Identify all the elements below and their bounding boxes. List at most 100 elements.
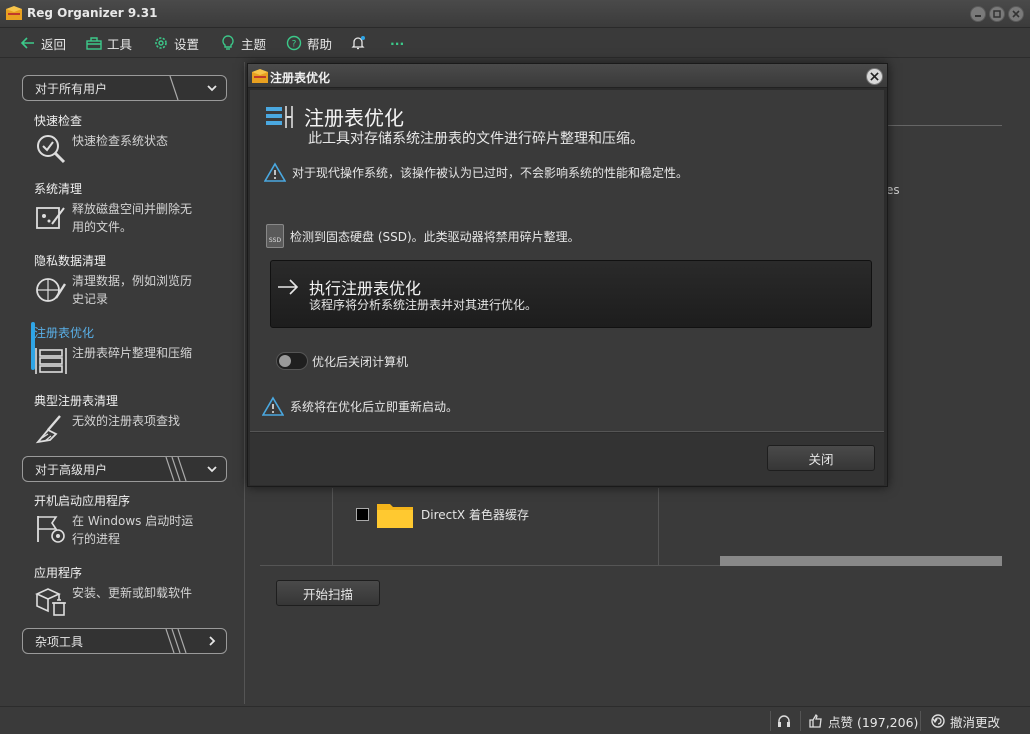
- slash-decoration-icon: [165, 629, 187, 653]
- nav-title: 开机启动应用程序: [34, 494, 131, 508]
- restart-notice-text: 系统将在优化后立即重新启动。: [290, 399, 459, 414]
- shutdown-toggle[interactable]: [276, 352, 308, 370]
- window-title: Reg Organizer 9.31: [27, 6, 158, 20]
- partial-label: es: [886, 183, 900, 197]
- broom-icon: [35, 415, 61, 444]
- settings-label: 设置: [174, 36, 200, 52]
- slash-decoration-icon: [165, 457, 187, 481]
- startup-flag-icon: [37, 516, 65, 543]
- package-trash-icon: [35, 588, 66, 616]
- notifications-button[interactable]: [350, 34, 366, 52]
- active-indicator: [31, 322, 35, 370]
- help-menu[interactable]: ? 帮助: [286, 34, 332, 52]
- shutdown-toggle-label: 优化后关闭计算机: [312, 355, 409, 369]
- back-label: 返回: [41, 36, 67, 52]
- arrow-left-icon: [20, 37, 34, 49]
- nav-desc: 清理数据，例如浏览历史记录: [72, 274, 193, 306]
- title-bar: Reg Organizer 9.31: [0, 0, 1030, 28]
- chevron-right-icon: [209, 636, 216, 646]
- restart-notice: 系统将在优化后立即重新启动。: [262, 396, 458, 416]
- bell-icon: [351, 36, 365, 50]
- tools-menu[interactable]: 工具: [86, 34, 132, 52]
- themes-label: 主题: [241, 36, 267, 52]
- run-optimization-button[interactable]: 执行注册表优化 该程序将分析系统注册表并对其进行优化。: [270, 260, 872, 328]
- settings-menu[interactable]: 设置: [153, 34, 199, 52]
- like-button[interactable]: 点赞 (197,206): [808, 712, 918, 730]
- privacy-broom-icon: [36, 278, 67, 302]
- undo-label: 撤消更改: [950, 714, 1001, 730]
- nav-desc: 在 Windows 启动时运行的进程: [72, 514, 194, 546]
- run-optimization-desc: 该程序将分析系统注册表并对其进行优化。: [309, 298, 538, 312]
- dialog-title-bar: 注册表优化: [248, 64, 887, 88]
- sidebar-item-quick-check[interactable]: 快速检查 快速检查系统状态: [34, 112, 244, 166]
- registry-compress-icon: [266, 106, 293, 128]
- minimize-button[interactable]: [970, 6, 986, 22]
- list-bottom-line: [260, 565, 720, 566]
- warning-icon: [262, 396, 284, 416]
- close-button[interactable]: 关闭: [767, 445, 875, 471]
- support-button[interactable]: [776, 712, 792, 730]
- start-scan-button[interactable]: 开始扫描: [276, 580, 380, 606]
- themes-menu[interactable]: 主题: [220, 34, 266, 52]
- tree-line: [332, 488, 333, 566]
- nav-desc: 无效的注册表项查找: [72, 414, 181, 428]
- help-label: 帮助: [307, 36, 333, 52]
- section-misc-tools-label: 杂项工具: [35, 634, 84, 649]
- close-icon: [870, 72, 879, 81]
- list-item[interactable]: DirectX 着色器缓存: [356, 498, 529, 530]
- folder-icon: [377, 504, 413, 528]
- arrow-right-icon: [278, 279, 299, 295]
- dialog-footer: 关闭: [250, 433, 884, 485]
- help-icon: ?: [286, 35, 302, 51]
- sidebar-item-system-cleanup[interactable]: 系统清理 释放磁盘空间并删除无用的文件。: [34, 180, 244, 236]
- slash-decoration-icon: [169, 76, 179, 100]
- nav-desc: 注册表碎片整理和压缩: [72, 346, 193, 360]
- undo-changes-button[interactable]: 撤消更改: [930, 712, 1000, 730]
- thumbs-up-icon: [809, 713, 822, 728]
- back-button[interactable]: 返回: [20, 34, 66, 52]
- sidebar: 对于所有用户 快速检查 快速检查系统状态 系统清理 释放磁盘空间并删除无用的文件…: [14, 66, 244, 706]
- close-icon: [1012, 10, 1020, 18]
- item-checkbox[interactable]: [356, 507, 369, 521]
- section-all-users-label: 对于所有用户: [35, 81, 108, 96]
- dialog-heading: 注册表优化: [304, 106, 404, 130]
- sidebar-item-registry-optimize[interactable]: 注册表优化 注册表碎片整理和压缩: [34, 324, 244, 378]
- maximize-icon: [993, 10, 1001, 18]
- window-close-button[interactable]: [1008, 6, 1024, 22]
- status-separator: [920, 711, 921, 731]
- ssd-drive-icon: SSD: [266, 224, 284, 248]
- section-all-users[interactable]: 对于所有用户: [22, 75, 227, 101]
- minimize-icon: [975, 15, 981, 17]
- nav-desc: 安装、更新或卸载软件: [72, 586, 193, 600]
- status-bar: 点赞 (197,206) 撤消更改: [0, 706, 1030, 734]
- dialog-close-button[interactable]: [866, 68, 883, 85]
- section-advanced-users[interactable]: 对于高级用户: [22, 456, 227, 482]
- sidebar-item-privacy-cleanup[interactable]: 隐私数据清理 清理数据，例如浏览历史记录: [34, 252, 244, 308]
- headset-icon: [778, 715, 790, 727]
- sidebar-item-startup-apps[interactable]: 开机启动应用程序 在 Windows 启动时运行的进程: [34, 492, 244, 548]
- sidebar-item-applications[interactable]: 应用程序 安装、更新或卸载软件: [34, 564, 244, 618]
- status-separator: [800, 711, 801, 731]
- lightbulb-icon: [222, 35, 234, 50]
- more-label: ···: [390, 35, 405, 51]
- section-misc-tools[interactable]: 杂项工具: [22, 628, 227, 654]
- likes-count: 点赞 (197,206): [828, 714, 919, 730]
- ssd-notice: SSD 检测到固态硬盘 (SSD)。此类驱动器将禁用碎片整理。: [266, 224, 580, 248]
- chevron-down-icon: [207, 466, 217, 473]
- app-logo-icon: [252, 69, 268, 83]
- sidebar-divider: [244, 62, 245, 704]
- warning-icon: [264, 162, 286, 182]
- maximize-button[interactable]: [989, 6, 1005, 22]
- app-logo-icon: [6, 6, 22, 20]
- nav-title: 隐私数据清理: [34, 254, 107, 268]
- nav-desc: 快速检查系统状态: [72, 134, 169, 148]
- toolbar: 返回 工具 设置 主题 ? 帮助 ···: [0, 28, 1030, 58]
- toolbox-icon: [86, 37, 102, 50]
- sidebar-item-registry-cleanup[interactable]: 典型注册表清理 无效的注册表项查找: [34, 392, 244, 446]
- more-button[interactable]: ···: [390, 34, 404, 52]
- dialog-content: 注册表优化 此工具对存储系统注册表的文件进行碎片整理和压缩。 对于现代操作系统，…: [250, 90, 884, 432]
- dialog-title: 注册表优化: [270, 71, 331, 85]
- registry-compress-icon: [35, 348, 67, 374]
- tools-label: 工具: [107, 36, 133, 52]
- nav-title: 典型注册表清理: [34, 394, 119, 408]
